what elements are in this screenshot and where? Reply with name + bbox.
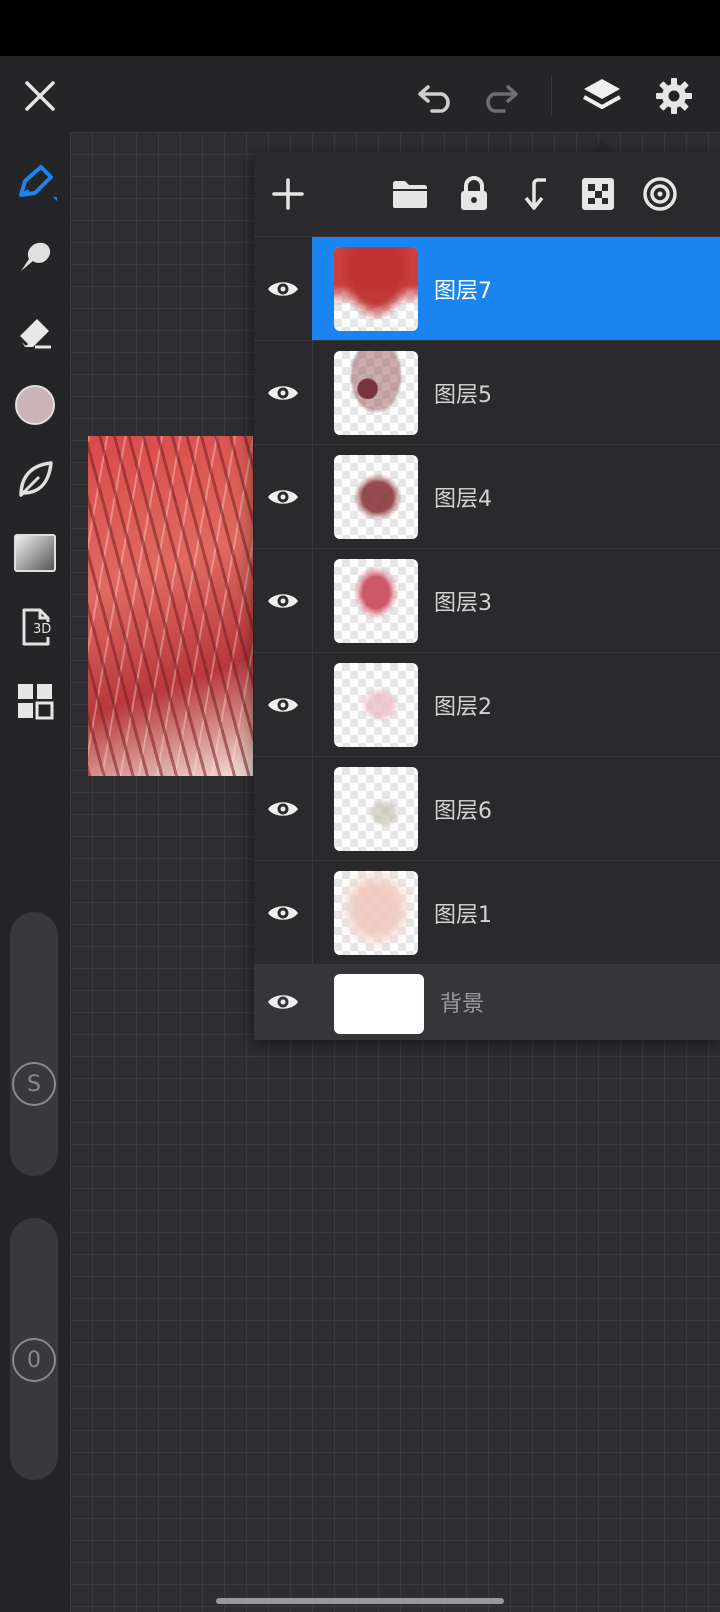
transparency-icon[interactable]	[576, 172, 620, 216]
layer-row[interactable]: 图层3	[254, 548, 720, 652]
layer-name: 图层3	[434, 590, 492, 616]
layer-main[interactable]: 图层4	[312, 445, 720, 548]
home-indicator	[216, 1598, 504, 1604]
layer-row[interactable]: 图层6	[254, 756, 720, 860]
redo-icon[interactable]	[478, 74, 522, 118]
panel-pointer	[590, 140, 614, 152]
folder-icon[interactable]	[388, 172, 432, 216]
layer-thumbnail	[334, 247, 418, 331]
layer-thumbnail	[334, 767, 418, 851]
layer-thumbnail	[334, 351, 418, 435]
3d-label: 3D	[32, 622, 53, 637]
layer-thumbnail	[334, 663, 418, 747]
layer-name: 图层6	[434, 798, 492, 824]
grid-icon[interactable]	[10, 676, 60, 726]
layer-thumbnail	[334, 455, 418, 539]
layer-main[interactable]: 图层3	[312, 549, 720, 652]
layers-panel: 图层7 图层5 图层4 图层3 图层2 图层6 图层1 背景	[254, 152, 720, 1040]
layers-toolbar	[254, 152, 720, 236]
eye-icon[interactable]	[260, 445, 306, 548]
eye-icon[interactable]	[260, 341, 306, 444]
background-layer-row[interactable]: 背景	[254, 964, 720, 1040]
eye-icon[interactable]	[260, 653, 306, 756]
layer-thumbnail	[334, 871, 418, 955]
top-bar	[0, 56, 720, 132]
add-icon[interactable]	[266, 172, 310, 216]
layer-row[interactable]: 图层5	[254, 340, 720, 444]
layer-main[interactable]: 图层2	[312, 653, 720, 756]
lock-icon[interactable]	[452, 172, 496, 216]
eye-icon[interactable]	[260, 861, 306, 964]
target-icon[interactable]	[638, 172, 682, 216]
size-slider-label: S	[27, 1071, 41, 1097]
eye-icon[interactable]	[260, 237, 306, 340]
size-slider[interactable]	[10, 912, 58, 1176]
layer-row[interactable]: 图层4	[254, 444, 720, 548]
artwork-preview	[88, 436, 253, 776]
smudge-icon[interactable]	[10, 232, 60, 282]
left-toolbar: 3D S 0	[0, 132, 70, 1612]
toolbar-divider	[551, 75, 552, 115]
layers-icon[interactable]	[578, 72, 626, 120]
eraser-icon[interactable]	[10, 306, 60, 356]
gradient-icon[interactable]	[10, 528, 60, 578]
brush-icon[interactable]	[10, 158, 60, 208]
gear-icon[interactable]	[650, 72, 698, 120]
undo-icon[interactable]	[414, 74, 458, 118]
layer-thumbnail	[334, 559, 418, 643]
eye-icon[interactable]	[260, 549, 306, 652]
layer-row[interactable]: 图层1	[254, 860, 720, 964]
eye-icon[interactable]	[260, 757, 306, 860]
eye-icon[interactable]	[260, 964, 306, 1040]
size-slider-knob[interactable]: S	[12, 1062, 56, 1106]
status-bar	[0, 0, 720, 56]
layer-name: 图层4	[434, 486, 492, 512]
opacity-slider-label: 0	[27, 1347, 41, 1373]
leaf-icon[interactable]	[10, 454, 60, 504]
layer-main[interactable]: 图层6	[312, 757, 720, 860]
close-icon[interactable]	[18, 74, 62, 118]
color-swatch[interactable]	[10, 380, 60, 430]
opacity-slider-knob[interactable]: 0	[12, 1338, 56, 1382]
layer-name: 图层1	[434, 902, 492, 928]
layer-row[interactable]: 图层7	[254, 236, 720, 340]
layer-main[interactable]: 图层1	[312, 861, 720, 964]
3d-icon[interactable]: 3D	[10, 602, 60, 652]
layer-name: 图层5	[434, 382, 492, 408]
layer-main[interactable]: 图层7	[312, 237, 720, 340]
layer-name: 图层2	[434, 694, 492, 720]
background-thumbnail	[334, 974, 424, 1034]
background-layer-name: 背景	[440, 992, 485, 1017]
layer-row[interactable]: 图层2	[254, 652, 720, 756]
layer-name: 图层7	[434, 278, 492, 304]
merge-down-icon[interactable]	[514, 172, 558, 216]
layer-main[interactable]: 图层5	[312, 341, 720, 444]
